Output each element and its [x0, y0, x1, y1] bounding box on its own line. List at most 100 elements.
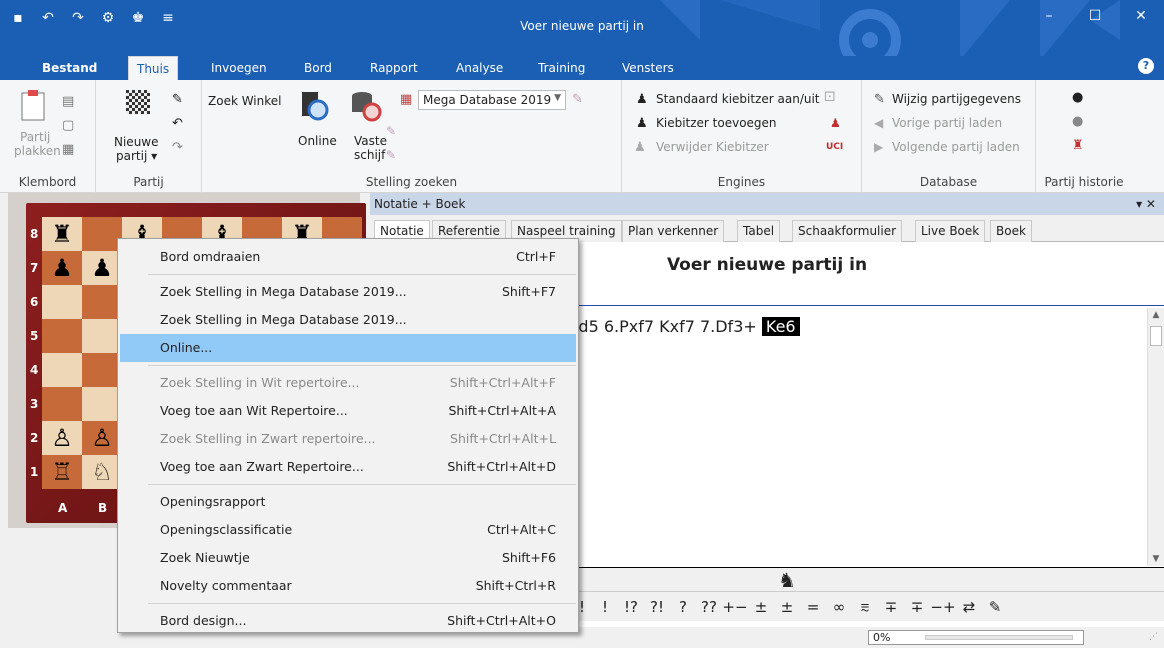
- board-square[interactable]: ♙: [42, 421, 82, 455]
- board-square[interactable]: [82, 217, 122, 251]
- tab-analyse[interactable]: Analyse: [448, 56, 511, 80]
- chess-piece[interactable]: ♙: [51, 426, 73, 450]
- chess-piece[interactable]: ♘: [91, 460, 113, 484]
- maximize-button[interactable]: ☐: [1072, 0, 1118, 32]
- menu-item[interactable]: Zoek Nieuwtje Shift+F6: [120, 544, 576, 572]
- new-game-label-2[interactable]: partij ▾: [116, 149, 157, 163]
- chess-piece[interactable]: ♙: [91, 426, 113, 450]
- tab-vensters[interactable]: Vensters: [614, 56, 682, 80]
- redo-move-icon[interactable]: ↷: [172, 140, 183, 155]
- chess-piece[interactable]: ♖: [51, 460, 73, 484]
- chess-piece[interactable]: ♜: [51, 222, 73, 246]
- vaste-schijf-label-2[interactable]: schijf: [354, 148, 385, 162]
- search-tool2-icon[interactable]: ✎: [386, 148, 396, 162]
- annotation-symbol[interactable]: ⇄: [956, 598, 982, 616]
- tab-thuis[interactable]: Thuis: [128, 56, 179, 80]
- history-list-icon[interactable]: ♜: [1072, 138, 1084, 153]
- board-square[interactable]: ♟: [42, 251, 82, 285]
- annotation-symbol[interactable]: ±: [748, 598, 774, 616]
- remove-kibitzer[interactable]: Verwijder Kiebitzer: [656, 140, 769, 154]
- board-square[interactable]: ♟: [82, 251, 122, 285]
- copy-icon[interactable]: ▤: [62, 94, 74, 109]
- board-square[interactable]: ♖: [42, 455, 82, 489]
- board-square[interactable]: ♘: [82, 455, 122, 489]
- db-tool-icon[interactable]: ✎: [572, 92, 583, 107]
- annotation-symbol[interactable]: ±: [774, 598, 800, 616]
- menu-item[interactable]: Bord omdraaien Ctrl+F: [120, 243, 576, 271]
- resize-grip-icon[interactable]: ⋰: [1149, 632, 1158, 642]
- menu-item[interactable]: Zoek Stelling in Mega Database 2019...: [120, 306, 576, 334]
- board-square[interactable]: [82, 387, 122, 421]
- add-kibitzer[interactable]: Kiebitzer toevoegen: [656, 116, 777, 130]
- scroll-thumb[interactable]: [1150, 326, 1162, 346]
- menu-item[interactable]: Online...: [120, 334, 576, 362]
- tab-tabel[interactable]: Tabel: [737, 220, 781, 242]
- tab-rapport[interactable]: Rapport: [362, 56, 426, 80]
- annotation-symbol[interactable]: ✎: [982, 598, 1008, 616]
- kibitzer-toggle[interactable]: Standaard kiebitzer aan/uit: [656, 92, 820, 106]
- board-square[interactable]: [42, 387, 82, 421]
- history-back-icon[interactable]: ●: [1072, 90, 1083, 105]
- annotation-symbol[interactable]: !?: [618, 598, 644, 616]
- tab-invoegen[interactable]: Invoegen: [203, 56, 275, 80]
- annotation-symbol[interactable]: ⩳: [852, 598, 878, 616]
- annotation-symbol[interactable]: =: [800, 598, 826, 616]
- menu-item[interactable]: Openingsrapport: [120, 488, 576, 516]
- menu-item[interactable]: Voeg toe aan Wit Repertoire... Shift+Ctrl…: [120, 397, 576, 425]
- tab-training[interactable]: Training: [530, 56, 593, 80]
- cut-icon[interactable]: ▢: [62, 118, 74, 133]
- edit-game-data[interactable]: Wijzig partijgegevens: [892, 92, 1021, 106]
- tab-boek[interactable]: Boek: [990, 220, 1032, 242]
- annotation-symbol[interactable]: ∞: [826, 598, 852, 616]
- previous-game[interactable]: Vorige partij laden: [892, 116, 1002, 130]
- undo-move-icon[interactable]: ↶: [172, 116, 183, 131]
- search-tool-icon[interactable]: ✎: [386, 124, 396, 138]
- board-square[interactable]: ♙: [82, 421, 122, 455]
- annotation-symbol[interactable]: !: [592, 598, 618, 616]
- minimize-button[interactable]: –: [1026, 0, 1072, 32]
- menu-item[interactable]: Bord design... Shift+Ctrl+Alt+O: [120, 607, 576, 635]
- online-button[interactable]: Online: [298, 134, 337, 148]
- scroll-down-icon[interactable]: ▼: [1150, 554, 1162, 564]
- board-square[interactable]: [42, 353, 82, 387]
- annotation-symbol[interactable]: +−: [722, 598, 748, 616]
- notation-scrollbar[interactable]: ▲ ▼: [1147, 308, 1164, 566]
- chess-piece[interactable]: ♟: [91, 256, 113, 280]
- annotation-symbol[interactable]: ?!: [644, 598, 670, 616]
- tab-bord[interactable]: Bord: [296, 56, 340, 80]
- next-game[interactable]: Volgende partij laden: [892, 140, 1020, 154]
- board-square[interactable]: [42, 319, 82, 353]
- help-icon[interactable]: ?: [1138, 58, 1154, 74]
- board-square[interactable]: [42, 285, 82, 319]
- chess-piece[interactable]: ♟: [51, 256, 73, 280]
- engine-red-icon[interactable]: ♟: [830, 116, 841, 130]
- annotation-symbol[interactable]: ??: [696, 598, 722, 616]
- edit-icon[interactable]: ✎: [172, 92, 183, 107]
- annotation-symbol[interactable]: ∓: [904, 598, 930, 616]
- board-square[interactable]: ♜: [42, 217, 82, 251]
- paste-game-label-2[interactable]: plakken: [14, 144, 61, 158]
- menu-item[interactable]: Zoek Stelling in Mega Database 2019... Sh…: [120, 278, 576, 306]
- menu-item[interactable]: Zoek Stelling in Zwart repertoire... Shif…: [120, 425, 576, 453]
- copy-position-icon[interactable]: ▦: [62, 142, 74, 157]
- history-forward-icon[interactable]: ●: [1072, 114, 1083, 129]
- board-square[interactable]: [82, 353, 122, 387]
- tab-schaakformulier[interactable]: Schaakformulier: [792, 220, 903, 242]
- kibitzer-toggle-icon[interactable]: ⚀: [824, 90, 835, 105]
- new-game-label-1[interactable]: Nieuwe: [114, 135, 159, 149]
- scroll-up-icon[interactable]: ▲: [1150, 310, 1162, 320]
- uci-icon[interactable]: UCI: [826, 142, 843, 152]
- tab-live-boek[interactable]: Live Boek: [915, 220, 986, 242]
- annotation-symbol[interactable]: ∓: [878, 598, 904, 616]
- tab-bestand[interactable]: Bestand: [34, 56, 105, 80]
- zoek-winkel-button[interactable]: Zoek Winkel: [208, 94, 282, 108]
- menu-item[interactable]: Voeg toe aan Zwart Repertoire... Shift+Ct…: [120, 453, 576, 481]
- tab-plan-verkenner[interactable]: Plan verkenner: [622, 220, 725, 242]
- menu-item[interactable]: Novelty commentaar Shift+Ctrl+R: [120, 572, 576, 600]
- database-select[interactable]: Mega Database 2019 ▼: [418, 90, 566, 110]
- menu-item[interactable]: Openingsclassificatie Ctrl+Alt+C: [120, 516, 576, 544]
- board-square[interactable]: [82, 319, 122, 353]
- panel-close-icon[interactable]: ▾ ✕: [1136, 193, 1156, 215]
- current-move[interactable]: Ke6: [761, 317, 800, 336]
- vaste-schijf-label-1[interactable]: Vaste: [354, 134, 387, 148]
